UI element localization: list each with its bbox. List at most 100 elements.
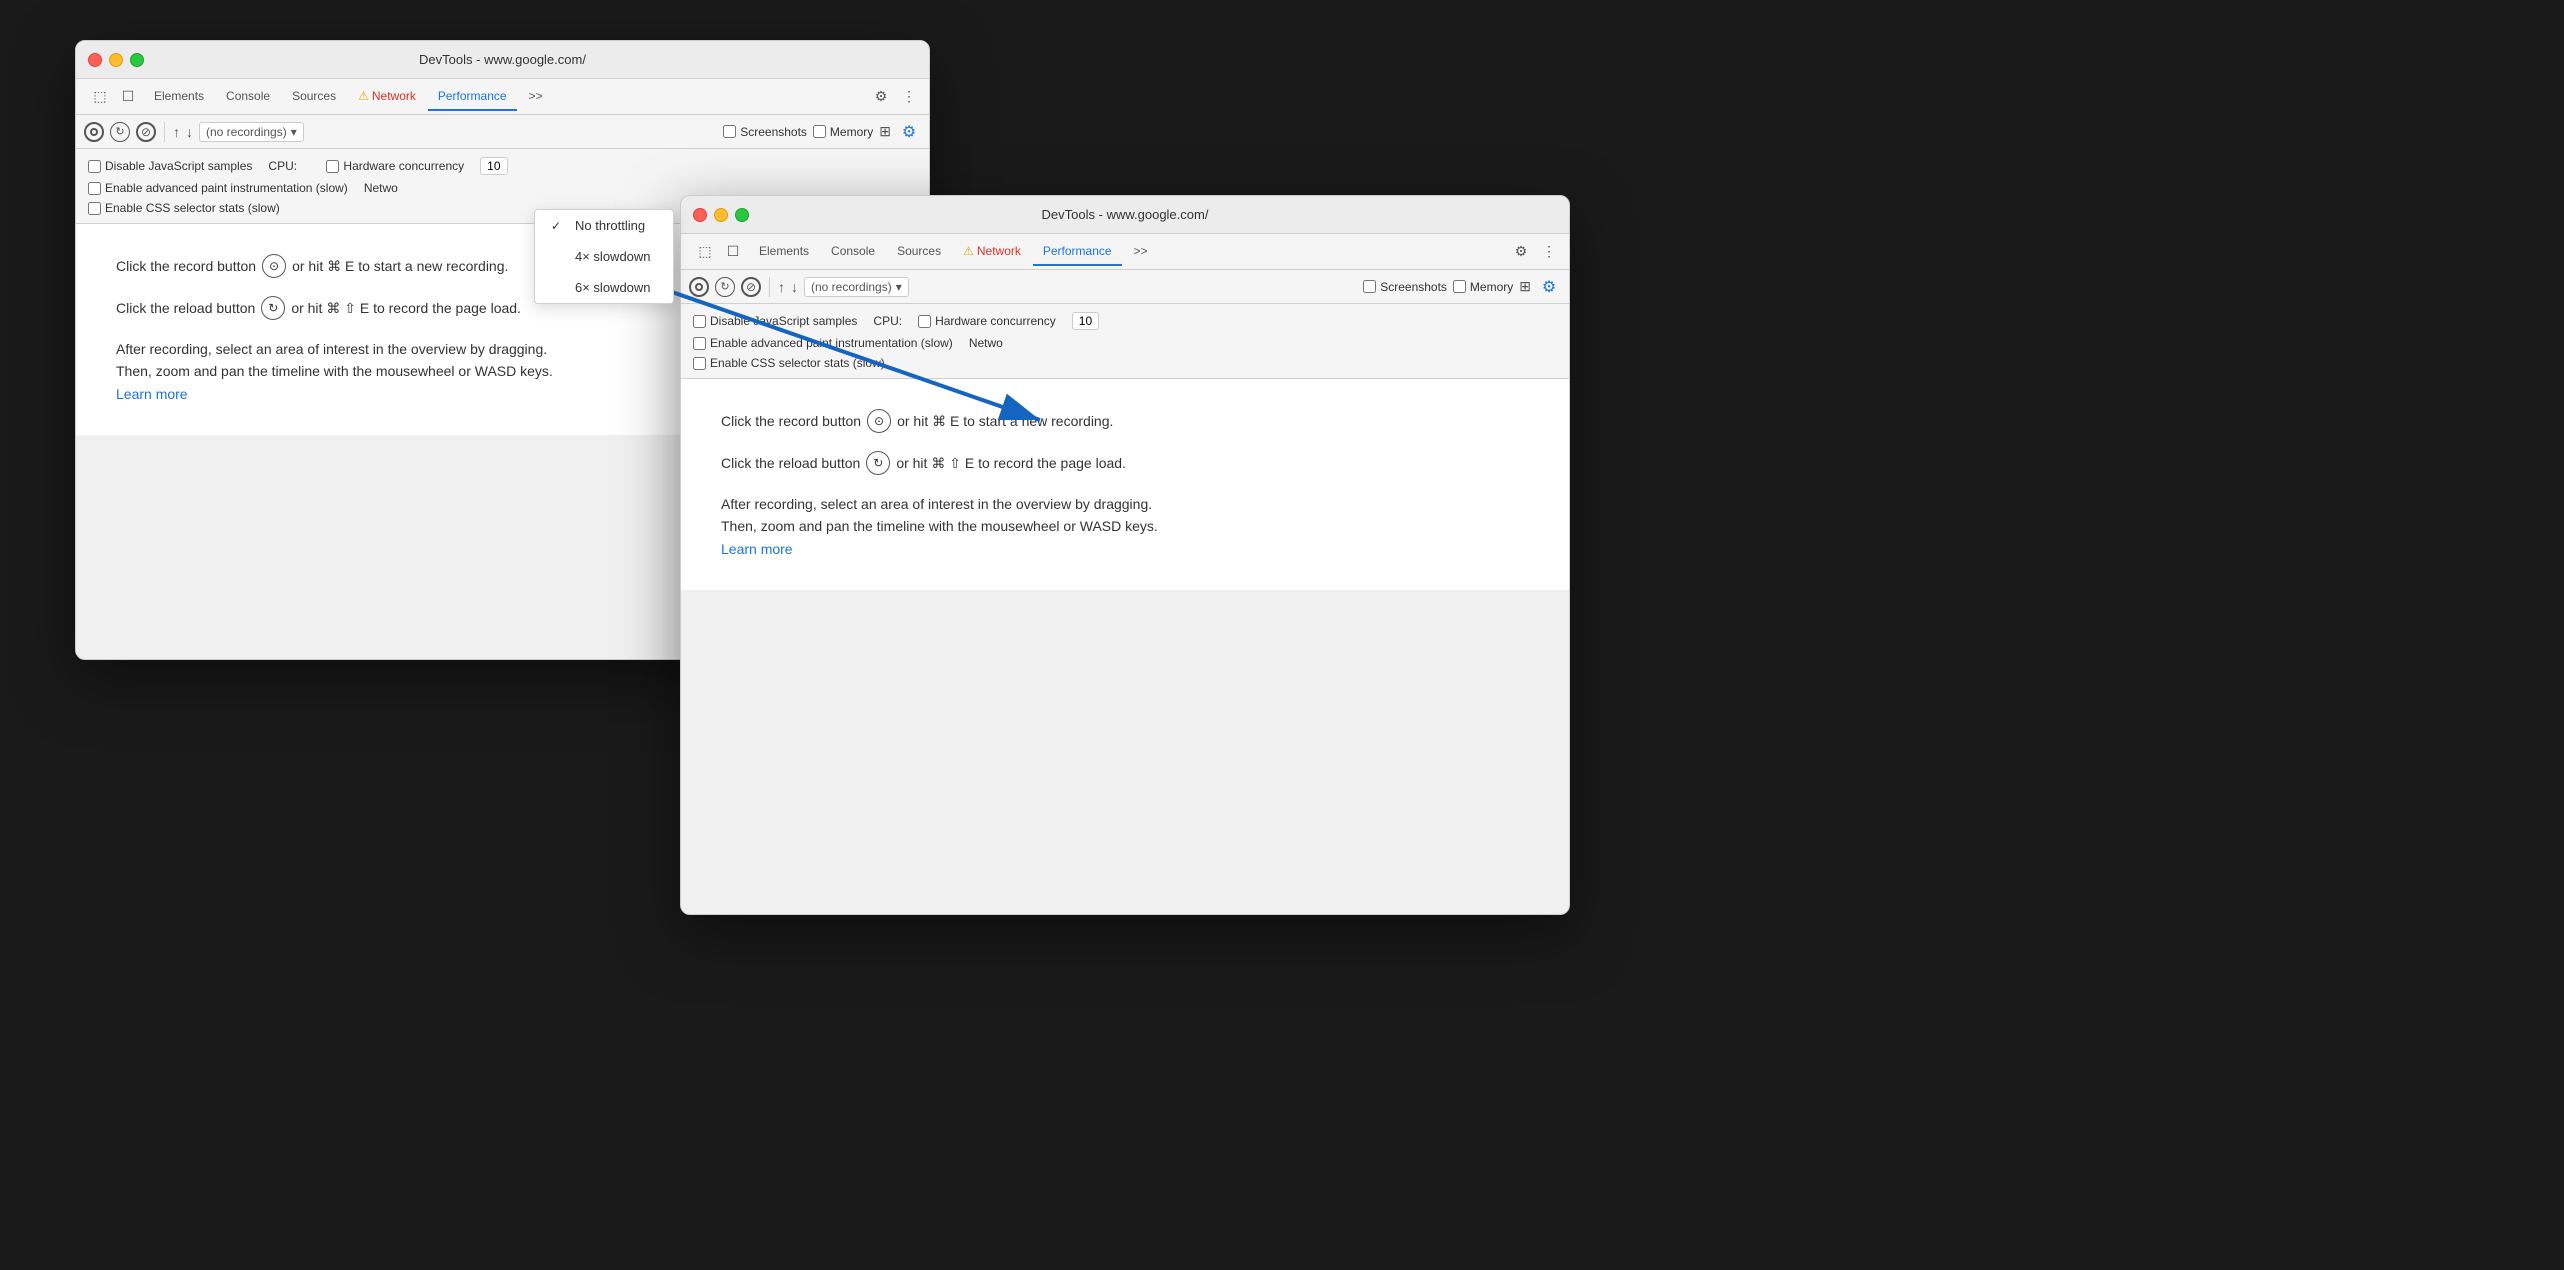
upload-icon-2[interactable]: ↑ [778, 279, 785, 295]
cpu-dropdown-placeholder-1 [307, 159, 310, 173]
settings-gear-2[interactable]: ⚙ [1537, 275, 1561, 299]
maximize-button-2[interactable] [735, 208, 749, 222]
settings-row-1a: Disable JavaScript samples CPU: Hardware… [88, 157, 917, 175]
sep-2 [769, 277, 770, 297]
tab-bar-1: ⬚ ☐ Elements Console Sources ⚠Network Pe… [76, 79, 929, 115]
settings-icon-2[interactable]: ⚙ [1509, 240, 1533, 264]
tab-sources-2[interactable]: Sources [887, 238, 951, 266]
tab-sources-1[interactable]: Sources [282, 83, 346, 111]
tab-bar-2: ⬚ ☐ Elements Console Sources ⚠Network Pe… [681, 234, 1569, 270]
minimize-button-2[interactable] [714, 208, 728, 222]
cpu-dropdown-menu-1: ✓ No throttling 4× slowdown 6× slowdown [534, 209, 674, 304]
disable-js-checkbox-2[interactable]: Disable JavaScript samples [693, 314, 857, 328]
perf-toolbar-1: ↻ ⊘ ↑ ↓ (no recordings) ▾ Screenshots Me… [76, 115, 929, 149]
download-icon-2[interactable]: ↓ [791, 279, 798, 295]
tab-more-2[interactable]: >> [1124, 238, 1158, 266]
hardware-concurrency-1[interactable]: Hardware concurrency [326, 159, 464, 173]
tab-console-2[interactable]: Console [821, 238, 885, 266]
tab-more-1[interactable]: >> [519, 83, 553, 111]
learn-more-1[interactable]: Learn more [116, 386, 188, 402]
reload-inline-icon-2: ↻ [866, 451, 890, 475]
settings-row-1b: Enable advanced paint instrumentation (s… [88, 181, 917, 195]
more-icon-2[interactable]: ⋮ [1537, 240, 1561, 264]
record-inner-2 [695, 283, 703, 291]
screenshots-checkbox-1[interactable]: Screenshots [723, 125, 807, 139]
perf-toolbar-2: ↻ ⊘ ↑ ↓ (no recordings) ▾ Screenshots Me… [681, 270, 1569, 304]
sep-1 [164, 122, 165, 142]
recordings-dropdown-1[interactable]: (no recordings) ▾ [199, 122, 304, 142]
cpu-badge-icon-2[interactable]: ⊞ [1519, 278, 1531, 295]
settings-gear-1[interactable]: ⚙ [897, 120, 921, 144]
maximize-button-1[interactable] [130, 53, 144, 67]
dropdown-arrow-1: ▾ [291, 125, 297, 139]
clear-button-1[interactable]: ⊘ [136, 122, 156, 142]
record-inline-icon-1: ⊙ [262, 254, 286, 278]
content-area-2: Click the record button ⊙ or hit ⌘ E to … [681, 379, 1569, 590]
reload-button-2[interactable]: ↻ [715, 277, 735, 297]
cpu-row-1: CPU: [268, 159, 310, 173]
advanced-paint-checkbox-1[interactable]: Enable advanced paint instrumentation (s… [88, 181, 348, 195]
traffic-lights-2 [693, 208, 749, 222]
settings-row-2c: Enable CSS selector stats (slow) [693, 356, 1557, 370]
reload-button-1[interactable]: ↻ [110, 122, 130, 142]
minimize-button-1[interactable] [109, 53, 123, 67]
advanced-paint-checkbox-2[interactable]: Enable advanced paint instrumentation (s… [693, 336, 953, 350]
settings-icon-1[interactable]: ⚙ [869, 85, 893, 109]
dropdown-arrow-2: ▾ [896, 280, 902, 294]
css-selector-checkbox-2[interactable]: Enable CSS selector stats (slow) [693, 356, 885, 370]
close-button-1[interactable] [88, 53, 102, 67]
tab-performance-2[interactable]: Performance [1033, 238, 1122, 266]
upload-icon-1[interactable]: ↑ [173, 124, 180, 140]
settings-row-2a: Disable JavaScript samples CPU: Hardware… [693, 312, 1557, 330]
css-selector-checkbox-1[interactable]: Enable CSS selector stats (slow) [88, 201, 280, 215]
window-title-1: DevTools - www.google.com/ [419, 52, 586, 67]
tab-elements-2[interactable]: Elements [749, 238, 819, 266]
devtools-window-2: DevTools - www.google.com/ ⬚ ☐ Elements … [680, 195, 1570, 915]
cpu-badge-icon-1[interactable]: ⊞ [879, 123, 891, 140]
record-inner-1 [90, 128, 98, 136]
more-icon-1[interactable]: ⋮ [897, 85, 921, 109]
hardware-value-1[interactable]: 10 [480, 157, 507, 175]
network-row-2: Netwo [969, 336, 1003, 350]
title-bar-1: DevTools - www.google.com/ [76, 41, 929, 79]
traffic-lights-1 [88, 53, 144, 67]
screenshots-checkbox-2[interactable]: Screenshots [1363, 280, 1447, 294]
tab-network-2[interactable]: ⚠Network [953, 238, 1031, 266]
check-icon-1: ✓ [551, 219, 567, 233]
reload-inline-icon-1: ↻ [261, 296, 285, 320]
device-icon[interactable]: ☐ [116, 85, 140, 109]
hardware-concurrency-2[interactable]: Hardware concurrency [918, 314, 1056, 328]
cpu-row-2: CPU: [873, 314, 902, 328]
record-inline-icon-2: ⊙ [867, 409, 891, 433]
record-button-1[interactable] [84, 122, 104, 142]
settings-area-2: Disable JavaScript samples CPU: Hardware… [681, 304, 1569, 379]
devtools-toolbar-icons-1: ⬚ ☐ [88, 85, 140, 109]
record-button-2[interactable] [689, 277, 709, 297]
tab-network-1[interactable]: ⚠Network [348, 83, 426, 111]
learn-more-2[interactable]: Learn more [721, 541, 793, 557]
after-para-2: After recording, select an area of inter… [721, 493, 1529, 560]
window-title-2: DevTools - www.google.com/ [1042, 207, 1209, 222]
tab-performance-1[interactable]: Performance [428, 83, 517, 111]
tab-console-1[interactable]: Console [216, 83, 280, 111]
tab-elements-1[interactable]: Elements [144, 83, 214, 111]
tab-list-2: Elements Console Sources ⚠Network Perfor… [749, 238, 1158, 266]
hardware-value-2[interactable]: 10 [1072, 312, 1099, 330]
throttle-6x-1[interactable]: 6× slowdown [535, 272, 673, 303]
device-icon-2[interactable]: ☐ [721, 240, 745, 264]
inspect-icon[interactable]: ⬚ [88, 85, 112, 109]
recordings-dropdown-2[interactable]: (no recordings) ▾ [804, 277, 909, 297]
tab-list-1: Elements Console Sources ⚠Network Perfor… [144, 83, 553, 111]
inspect-icon-2[interactable]: ⬚ [693, 240, 717, 264]
throttle-4x-1[interactable]: 4× slowdown [535, 241, 673, 272]
settings-row-2b: Enable advanced paint instrumentation (s… [693, 336, 1557, 350]
throttle-none-1[interactable]: ✓ No throttling [535, 210, 673, 241]
memory-checkbox-1[interactable]: Memory [813, 125, 873, 139]
disable-js-checkbox-1[interactable]: Disable JavaScript samples [88, 159, 252, 173]
close-button-2[interactable] [693, 208, 707, 222]
devtools-toolbar-icons-2: ⬚ ☐ [693, 240, 745, 264]
title-bar-2: DevTools - www.google.com/ [681, 196, 1569, 234]
memory-checkbox-2[interactable]: Memory [1453, 280, 1513, 294]
download-icon-1[interactable]: ↓ [186, 124, 193, 140]
clear-button-2[interactable]: ⊘ [741, 277, 761, 297]
